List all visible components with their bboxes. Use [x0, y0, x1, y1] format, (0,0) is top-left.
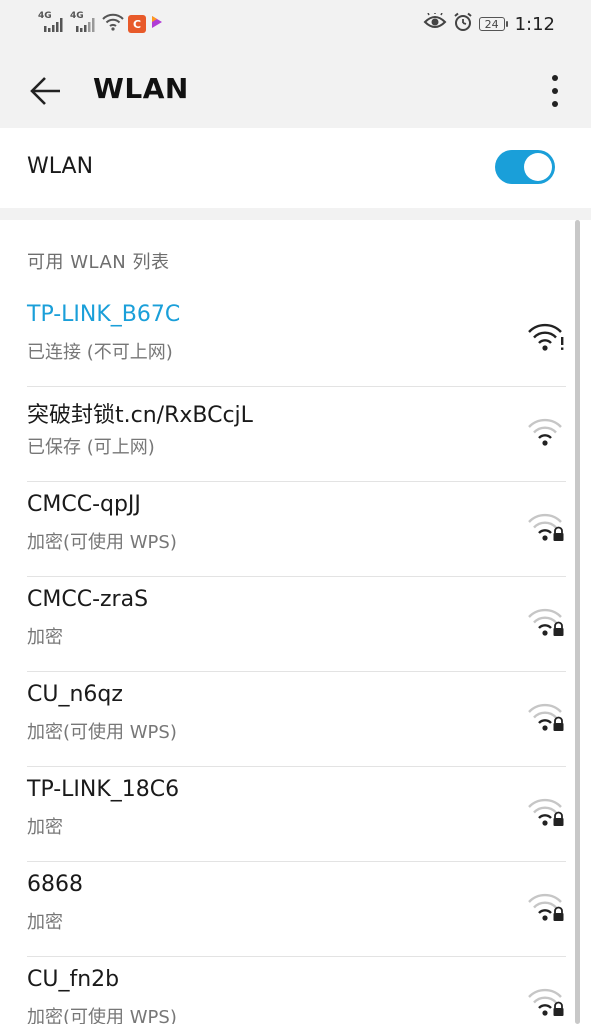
- network-list-item[interactable]: CU_n6qz 加密(可使用 WPS): [0, 672, 566, 767]
- wlan-toggle-row[interactable]: WLAN: [0, 128, 591, 208]
- eye-comfort-icon: [423, 12, 447, 35]
- more-options-button[interactable]: [539, 68, 571, 114]
- wlan-switch[interactable]: [495, 150, 555, 184]
- network-name: CU_n6qz: [27, 682, 123, 707]
- status-bar-left: 4G 4G C: [38, 11, 164, 36]
- battery-icon: 24: [478, 17, 508, 31]
- wlan-toggle-label: WLAN: [27, 154, 94, 179]
- app-notification-icon: C: [128, 15, 146, 33]
- back-button[interactable]: [22, 68, 68, 114]
- wifi-status-icon: [102, 13, 124, 35]
- signal-icon: 4G: [70, 11, 98, 35]
- status-bar: 4G 4G C 24 1:12: [0, 0, 591, 50]
- section-title: 可用 WLAN 列表: [27, 252, 170, 273]
- network-list-item[interactable]: 6868 加密: [0, 862, 566, 957]
- network-list-item[interactable]: 突破封锁t.cn/RxBCcjL 已保存 (可上网): [0, 387, 566, 482]
- network-name: 6868: [27, 872, 83, 897]
- network-name: TP-LINK_18C6: [27, 777, 180, 802]
- alarm-icon: [453, 12, 473, 36]
- network-status: 已保存 (可上网): [27, 437, 155, 458]
- wifi-locked-icon: [526, 984, 566, 1018]
- wifi-icon: [526, 414, 566, 448]
- wifi-locked-icon: [526, 794, 566, 828]
- network-list-item[interactable]: CMCC-qpJJ 加密(可使用 WPS): [0, 482, 566, 577]
- network-name: CMCC-zraS: [27, 587, 149, 612]
- wifi-locked-icon: [526, 699, 566, 733]
- wifi-locked-icon: [526, 509, 566, 543]
- network-list-item[interactable]: CMCC-zraS 加密: [0, 577, 566, 672]
- page-title: WLAN: [93, 72, 189, 105]
- network-name: CMCC-qpJJ: [27, 492, 141, 517]
- network-status: 加密: [27, 912, 63, 933]
- status-bar-time: 1:12: [514, 13, 555, 35]
- scrollbar[interactable]: [575, 220, 580, 1024]
- network-list-item[interactable]: CU_fn2b 加密(可使用 WPS): [0, 957, 566, 1024]
- network-status: 加密(可使用 WPS): [27, 1007, 177, 1024]
- network-list-item[interactable]: TP-LINK_18C6 加密: [0, 767, 566, 862]
- video-app-icon: [150, 14, 164, 34]
- network-status: 加密: [27, 627, 63, 648]
- network-list-item[interactable]: TP-LINK_B67C 已连接 (不可上网): [0, 292, 566, 387]
- wifi-locked-icon: [526, 889, 566, 923]
- network-name: CU_fn2b: [27, 967, 120, 992]
- network-status: 加密(可使用 WPS): [27, 532, 177, 553]
- back-arrow-icon: [30, 77, 60, 105]
- status-bar-right: 24 1:12: [423, 11, 555, 37]
- wifi-no-internet-icon: [526, 319, 566, 353]
- network-status: 已连接 (不可上网): [27, 342, 173, 363]
- network-status: 加密: [27, 817, 63, 838]
- network-status: 加密(可使用 WPS): [27, 722, 177, 743]
- switch-knob: [524, 153, 552, 181]
- network-name: TP-LINK_B67C: [27, 302, 181, 327]
- app-bar: WLAN: [0, 50, 591, 128]
- available-networks-list: 可用 WLAN 列表 TP-LINK_B67C 已连接 (不可上网) 突破封锁t.c…: [0, 220, 591, 1024]
- signal-icon: 4G: [38, 11, 66, 35]
- network-name: 突破封锁t.cn/RxBCcjL: [27, 403, 253, 428]
- more-vertical-icon: [552, 75, 558, 107]
- wifi-locked-icon: [526, 604, 566, 638]
